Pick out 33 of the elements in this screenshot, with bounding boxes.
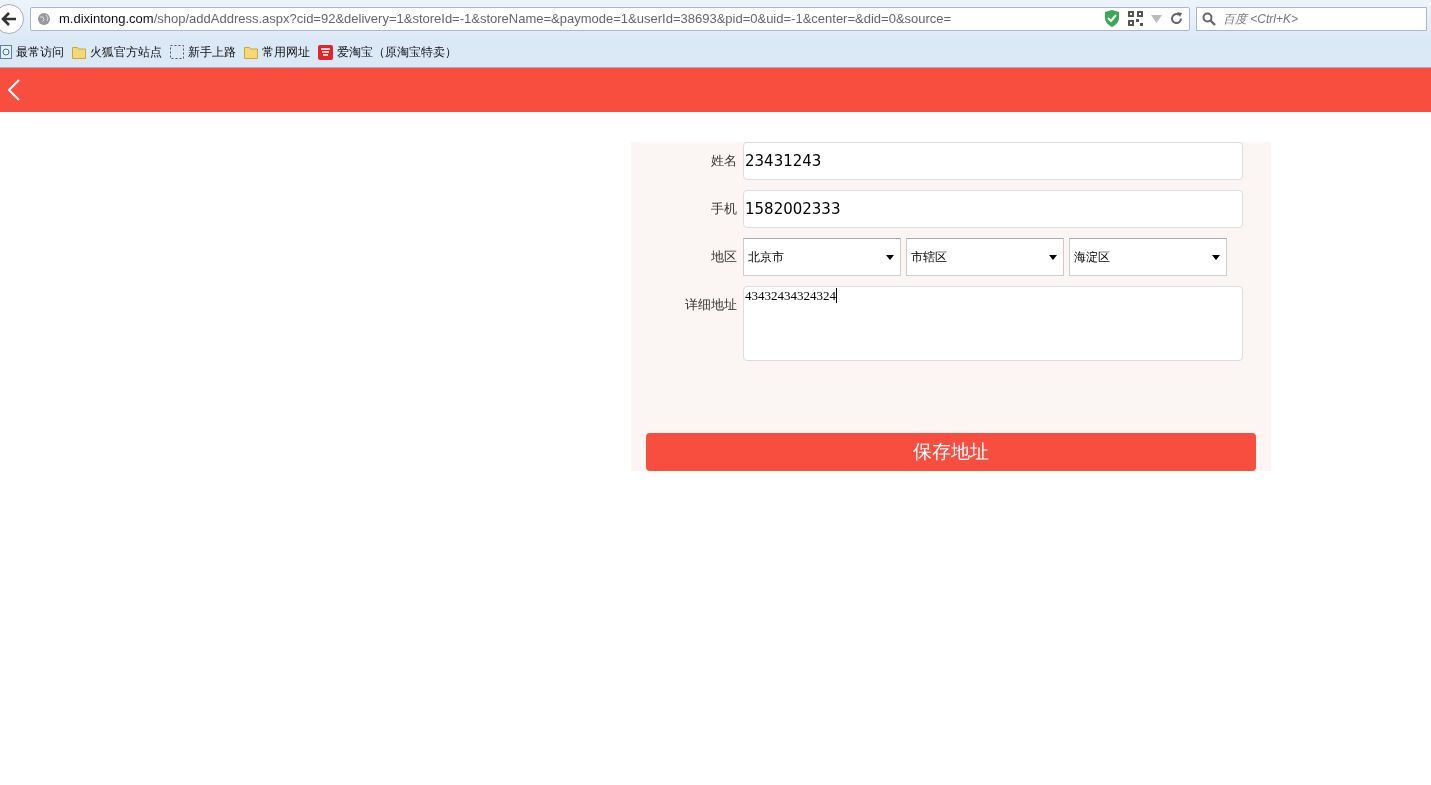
bookmark-link[interactable]: 常用网址 [262,43,310,61]
back-chevron-icon[interactable] [8,79,20,101]
bookmark-link[interactable]: 最常访问 [16,43,64,61]
text-input[interactable]: 23431243 [743,142,1243,180]
dashed-square-icon [170,45,184,59]
bookmark-link[interactable]: 火狐官方站点 [90,43,162,61]
field-label: 详细地址 [684,296,737,314]
field-label: 姓名 [710,152,737,170]
shield-icon[interactable] [1104,10,1120,27]
address-textarea[interactable]: 43432434324324 [743,286,1243,361]
back-arrow-icon [0,9,18,28]
bookmark-link[interactable]: 爱淘宝（原淘宝特卖） [337,43,457,61]
back-button[interactable] [0,3,24,34]
search-icon [1202,11,1216,26]
search-field[interactable]: 百度 <Ctrl+K> [1196,6,1427,31]
qr-code-icon[interactable] [1128,11,1143,26]
caret-icon [1049,254,1057,260]
dropdown-select[interactable]: 市辖区 [906,238,1064,276]
reload-icon[interactable] [1170,12,1183,25]
bookmark-link[interactable]: 新手上路 [188,43,236,61]
text-input[interactable]: 1582002333 [743,190,1243,228]
folder-icon [72,45,86,59]
folder-icon [244,45,258,59]
field-label: 地区 [710,248,737,266]
field-label: 手机 [710,200,737,218]
dropdown-select[interactable]: 北京市 [743,238,901,276]
address-bar[interactable]: m.dixintong.com/shop/addAddress.aspx?cid=92&delivery=1&storeId=-1&storeName=&paymode=1&userId=38693&pid=0&uid=-1&center=&did=0&source= [30,6,1190,31]
caret-icon [886,254,894,260]
url-text: m.dixintong.com/shop/addAddress.aspx?cid=92&delivery=1&storeId=-1&storeName=&paymode=1&userId=38693&pid=0&uid=-1&center=&did=0&source= [59,11,952,26]
taobao-icon [318,44,333,60]
dropdown-select[interactable]: 海淀区 [1069,238,1227,276]
caret-icon [1212,254,1220,260]
page-icon [0,45,12,59]
